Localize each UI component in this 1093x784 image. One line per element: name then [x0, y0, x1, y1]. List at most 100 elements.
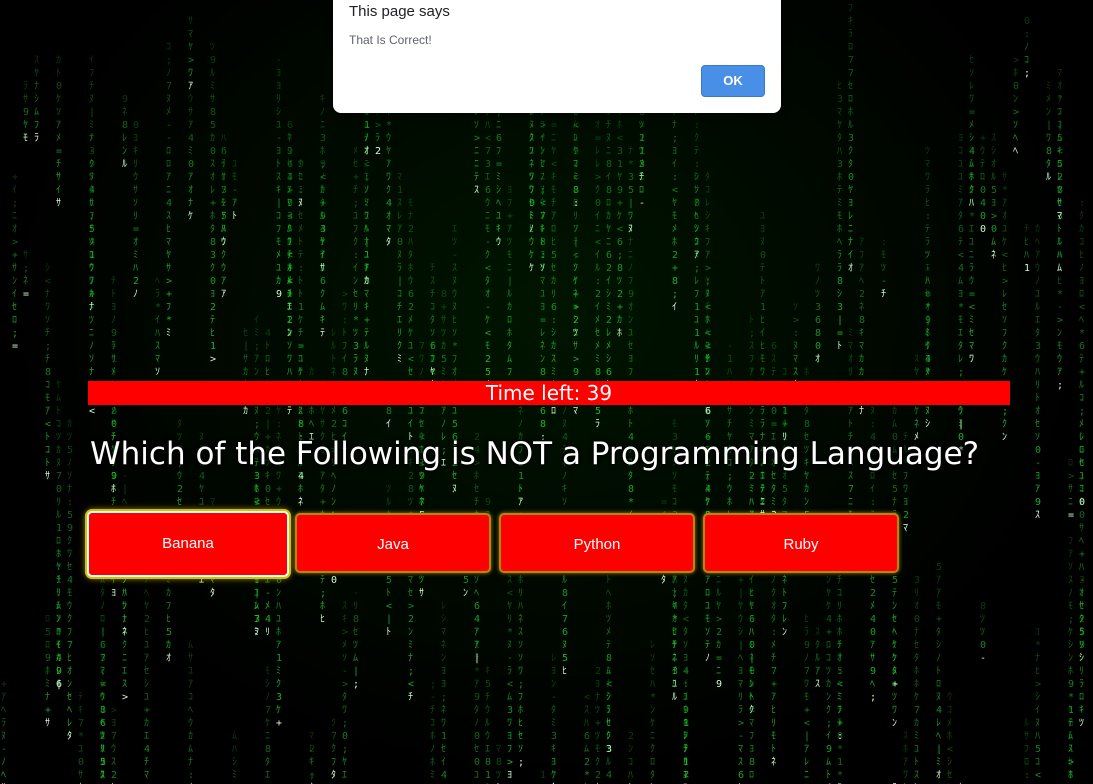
svg-text:ﾃ: ﾃ — [474, 172, 479, 183]
svg-text:ﾇ: ﾇ — [936, 692, 941, 703]
svg-text:ﾘ: ﾘ — [265, 627, 270, 638]
svg-text:ﾙ: ﾙ — [1024, 718, 1029, 729]
svg-text:ﾕ: ﾕ — [452, 406, 457, 417]
svg-text:ﾏ: ﾏ — [188, 29, 193, 40]
answer-button-banana[interactable]: Banana — [87, 511, 289, 577]
answer-button-java[interactable]: Java — [295, 513, 491, 573]
svg-text:ﾐ: ﾐ — [837, 692, 842, 703]
svg-text:ｳ: ｳ — [529, 236, 534, 248]
svg-text::: : — [771, 627, 777, 638]
svg-text:ﾝ: ﾝ — [463, 588, 468, 599]
svg-text:+: + — [12, 250, 18, 261]
svg-text:ﾇ: ﾇ — [298, 198, 303, 209]
svg-text:;: ; — [705, 276, 711, 287]
svg-text:ｲ: ｲ — [540, 263, 545, 274]
svg-text:ﾆ: ﾆ — [595, 224, 600, 235]
svg-text:ﾒ: ﾒ — [342, 640, 347, 651]
svg-text:ﾂ: ﾂ — [408, 497, 413, 508]
svg-text:ﾕ: ﾕ — [683, 692, 688, 703]
svg-text:ﾆ: ﾆ — [848, 497, 853, 508]
svg-text:ﾉ: ﾉ — [936, 653, 941, 664]
dialog-ok-button[interactable]: OK — [701, 65, 765, 97]
svg-text:ﾅ: ﾅ — [364, 366, 369, 378]
svg-text:ｻ: ｻ — [45, 717, 50, 729]
svg-text:ﾘ: ﾘ — [551, 289, 556, 300]
svg-text:ﾘ: ﾘ — [683, 757, 688, 768]
svg-text:ﾝ: ﾝ — [892, 653, 897, 664]
svg-text:ﾅ: ﾅ — [606, 678, 611, 690]
svg-text:ﾘ: ﾘ — [738, 692, 743, 703]
svg-text:|: | — [925, 315, 931, 326]
svg-text:ﾐ: ﾐ — [254, 328, 259, 339]
svg-text:4: 4 — [89, 237, 95, 248]
svg-text:ﾐ: ﾐ — [232, 770, 237, 781]
svg-text:ｻ: ｻ — [12, 262, 17, 274]
svg-text:8: 8 — [749, 757, 755, 768]
svg-text:ﾙ: ﾙ — [386, 497, 391, 508]
svg-text:ﾖ: ﾖ — [210, 289, 215, 300]
svg-text:9: 9 — [804, 640, 810, 651]
svg-text:1: 1 — [298, 302, 304, 313]
svg-text:ﾜ: ﾜ — [188, 68, 193, 79]
svg-text:ｾ: ｾ — [1079, 457, 1084, 469]
svg-text:ﾝ: ﾝ — [122, 146, 127, 157]
svg-text:3: 3 — [254, 471, 260, 482]
svg-text:ﾆ: ﾆ — [122, 653, 127, 664]
svg-text:ﾖ: ﾖ — [441, 666, 446, 677]
svg-text:ﾛ: ﾛ — [166, 146, 171, 157]
answer-button-ruby[interactable]: Ruby — [703, 513, 899, 573]
svg-text:-: - — [738, 731, 744, 742]
svg-text:ﾍ: ﾍ — [144, 588, 149, 599]
svg-text:3: 3 — [276, 692, 282, 703]
svg-text:ﾒ: ﾒ — [89, 302, 94, 313]
answer-button-python[interactable]: Python — [499, 513, 695, 573]
svg-text:ｼ: ｼ — [1035, 692, 1040, 703]
svg-text:ﾄ: ﾄ — [298, 276, 303, 287]
svg-text:ﾜ: ﾜ — [529, 172, 534, 183]
svg-text:ﾜ: ﾜ — [672, 627, 677, 638]
svg-text:ﾐ: ﾐ — [848, 328, 853, 339]
svg-text:ﾂ: ﾂ — [353, 328, 358, 339]
svg-text:ﾏ: ﾏ — [287, 198, 292, 209]
svg-text:ｲ: ｲ — [56, 185, 61, 196]
svg-text:ﾗ: ﾗ — [925, 237, 930, 248]
svg-text:ｼ: ｼ — [705, 211, 710, 222]
svg-text:ｽ: ｽ — [34, 55, 39, 66]
svg-text:ﾉ: ﾉ — [89, 276, 94, 287]
svg-text::: : — [595, 276, 601, 287]
svg-text:ｶ: ｶ — [243, 366, 248, 378]
svg-text:ｻ: ｻ — [320, 418, 325, 430]
svg-text:6: 6 — [606, 367, 612, 378]
svg-text:ﾜ: ﾜ — [287, 354, 292, 365]
svg-text:ﾊ: ﾊ — [727, 367, 732, 378]
svg-text:ｴ: ｴ — [265, 770, 270, 781]
svg-text:ｱ: ｱ — [1035, 484, 1040, 495]
svg-text:ﾅ: ﾅ — [672, 119, 677, 131]
svg-text:ﾐ: ﾐ — [914, 731, 919, 742]
svg-text:;: ; — [342, 744, 348, 755]
svg-text:ﾑ: ﾑ — [507, 692, 512, 703]
svg-text:ﾘ: ﾘ — [771, 718, 776, 729]
svg-text:ﾔ: ﾔ — [705, 497, 710, 508]
svg-text:ｳ: ｳ — [947, 691, 952, 703]
svg-text:ｲ: ｲ — [1035, 705, 1040, 716]
svg-text:ﾑ: ﾑ — [507, 354, 512, 365]
svg-text:ﾂ: ﾂ — [815, 289, 820, 300]
svg-text:ﾂ: ﾂ — [441, 328, 446, 339]
svg-text:ｼ: ｼ — [144, 679, 149, 690]
svg-text:ｺ: ｺ — [56, 419, 61, 430]
svg-text:ﾋ: ﾋ — [837, 80, 842, 92]
svg-text:ﾝ: ﾝ — [331, 497, 336, 508]
svg-text:ｺ: ｺ — [705, 185, 710, 196]
svg-text:ｵ: ｵ — [1002, 210, 1007, 222]
svg-text:ｺ: ｺ — [1079, 393, 1084, 404]
svg-text:ﾌ: ﾌ — [694, 289, 699, 300]
svg-text:ｻ: ｻ — [56, 171, 61, 183]
svg-text:ﾁ: ﾁ — [474, 497, 479, 508]
svg-text:=: = — [595, 133, 601, 144]
svg-text:ﾇ: ﾇ — [870, 406, 875, 417]
svg-text:ﾜ: ﾜ — [925, 172, 930, 183]
svg-text:ﾇ: ﾇ — [529, 120, 534, 131]
svg-text:ﾑ: ﾑ — [892, 419, 897, 430]
svg-text:ﾝ: ﾝ — [892, 601, 897, 612]
